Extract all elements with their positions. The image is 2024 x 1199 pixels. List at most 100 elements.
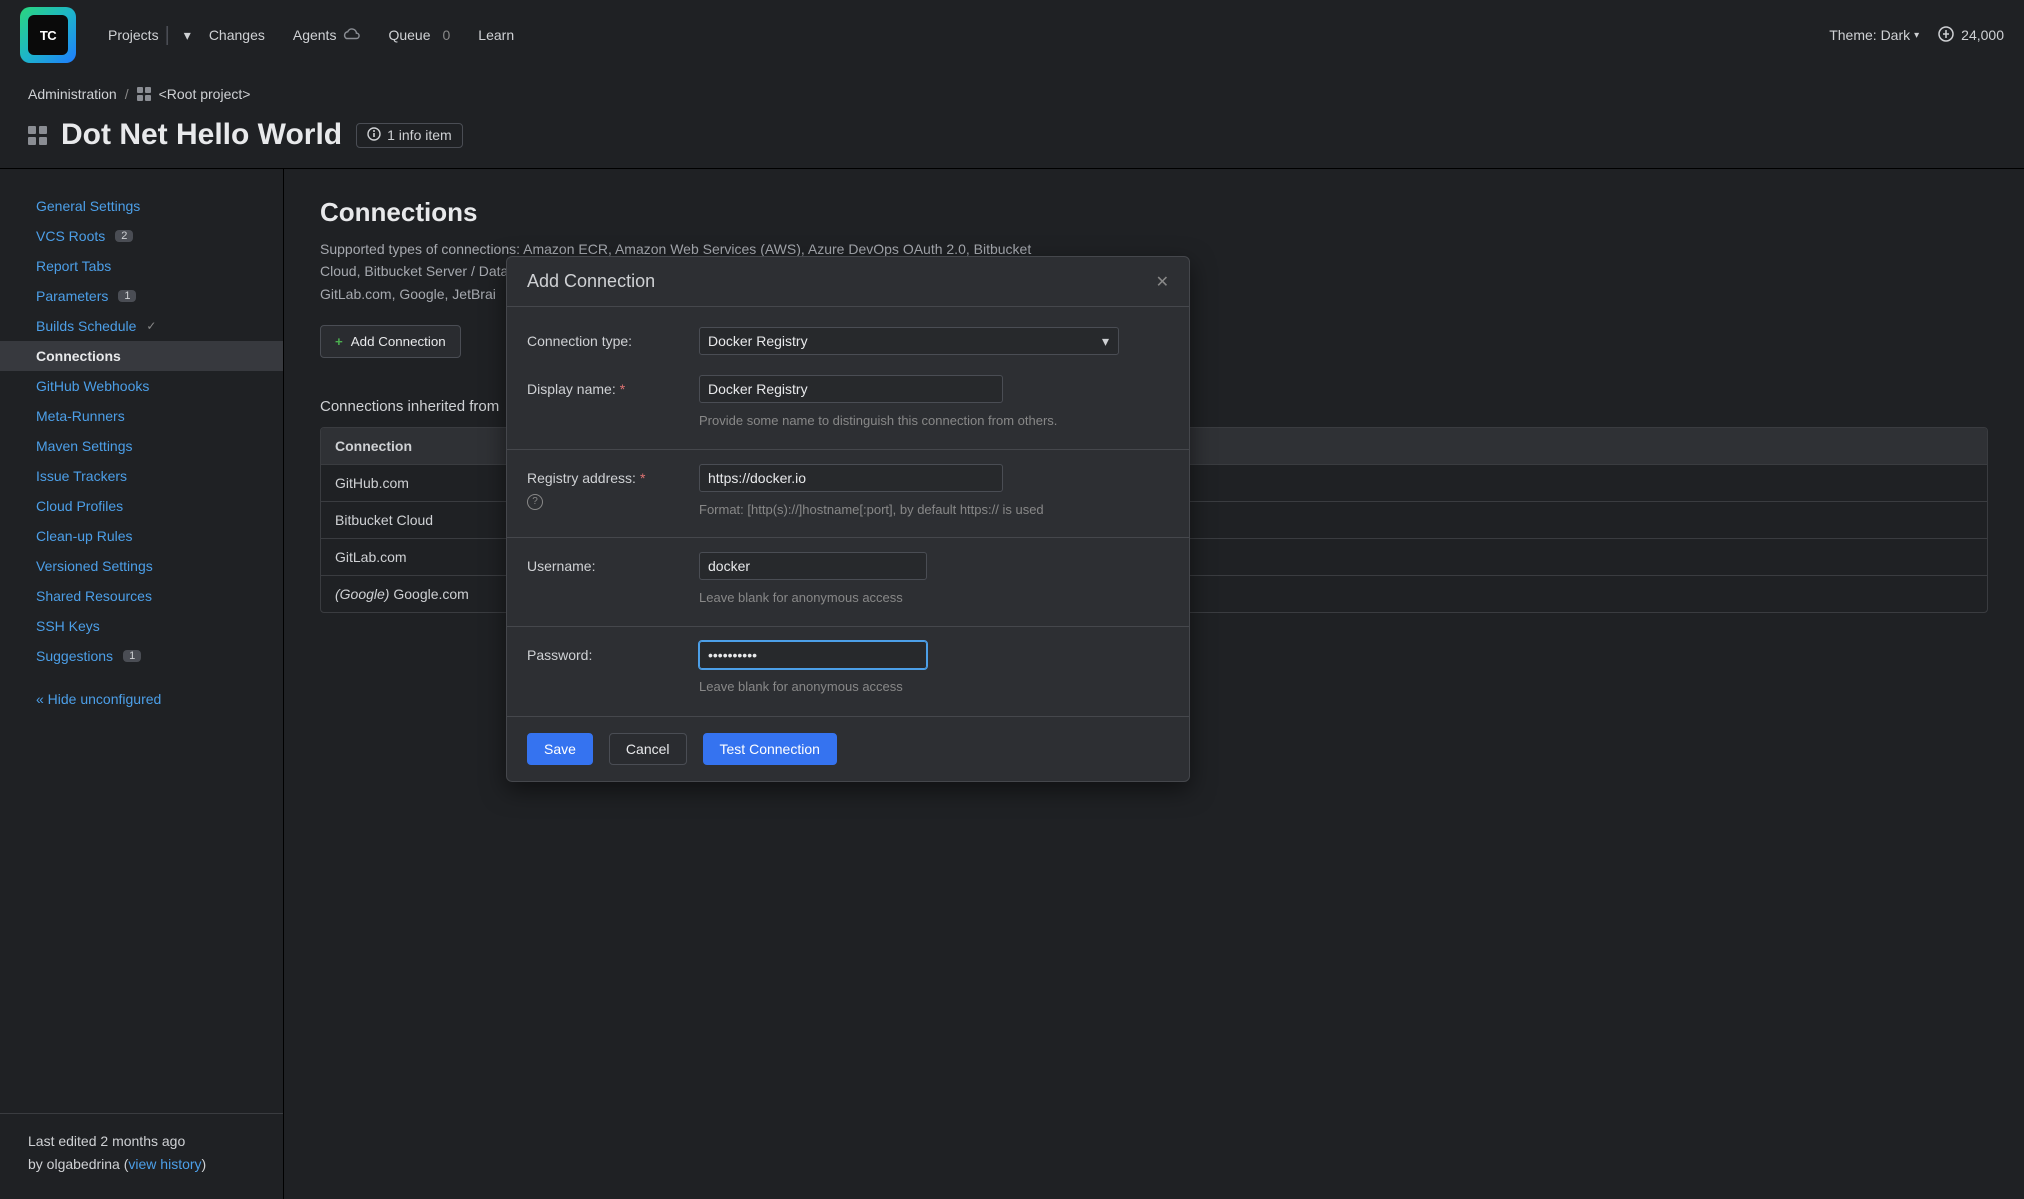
sidebar-item-issue-trackers[interactable]: Issue Trackers <box>0 461 283 491</box>
info-badge[interactable]: 1 info item <box>356 123 463 148</box>
sidebar-item-label: Builds Schedule <box>36 318 136 334</box>
sidebar-item-ssh-keys[interactable]: SSH Keys <box>0 611 283 641</box>
breadcrumb-root[interactable]: <Root project> <box>159 86 251 102</box>
close-icon[interactable]: ✕ <box>1156 272 1169 292</box>
sidebar-item-label: VCS Roots <box>36 228 105 244</box>
add-connection-dialog: Add Connection ✕ Connection type: Docker… <box>506 256 1190 782</box>
display-name-input[interactable] <box>699 375 1003 403</box>
test-label: Test Connection <box>720 741 820 757</box>
registry-address-input[interactable] <box>699 464 1003 492</box>
tc-logo[interactable]: TC <box>20 7 76 63</box>
sidebar-item-label: Versioned Settings <box>36 558 153 574</box>
sidebar-item-versioned-settings[interactable]: Versioned Settings <box>0 551 283 581</box>
connection-prefix: (Google) <box>335 586 393 602</box>
sidebar-item-parameters[interactable]: Parameters 1 <box>0 281 283 311</box>
sidebar-badge: 2 <box>115 230 133 242</box>
required-asterisk: * <box>620 381 625 397</box>
connection-name: Bitbucket Cloud <box>335 512 433 528</box>
last-edited-ago: 2 months ago <box>100 1133 185 1149</box>
last-edited-label: Last edited <box>28 1133 97 1149</box>
sidebar-item-builds-schedule[interactable]: Builds Schedule ✓ <box>0 311 283 341</box>
credits[interactable]: 24,000 <box>1937 25 2004 46</box>
field-hint: Leave blank for anonymous access <box>699 677 1059 697</box>
field-input-wrap: Leave blank for anonymous access <box>699 641 1169 697</box>
field-input-wrap: Format: [http(s)://]hostname[:port], by … <box>699 464 1169 520</box>
plus-icon: + <box>335 334 343 349</box>
sidebar-item-label: Issue Trackers <box>36 468 127 484</box>
field-label: Password: <box>527 641 699 663</box>
sidebar-item-github-webhooks[interactable]: GitHub Webhooks <box>0 371 283 401</box>
project-icon <box>137 87 151 101</box>
dialog-title: Add Connection <box>527 271 655 292</box>
connection-name: Google.com <box>393 586 468 602</box>
add-connection-button[interactable]: + Add Connection <box>320 325 461 358</box>
sidebar-item-label: Clean-up Rules <box>36 528 133 544</box>
tc-logo-text: TC <box>28 15 68 55</box>
field-label: Username: <box>527 552 699 574</box>
sidebar-item-label: Maven Settings <box>36 438 133 454</box>
sidebar-item-cloud-profiles[interactable]: Cloud Profiles <box>0 491 283 521</box>
nav-projects[interactable]: Projects <box>94 15 173 55</box>
cancel-label: Cancel <box>626 741 670 757</box>
breadcrumb-admin[interactable]: Administration <box>28 86 117 102</box>
save-label: Save <box>544 741 576 757</box>
info-icon <box>367 127 381 144</box>
nav-learn[interactable]: Learn <box>464 15 528 55</box>
sidebar-item-label: Connections <box>36 348 121 364</box>
field-display-name: Display name:* Provide some name to dist… <box>507 365 1189 450</box>
column-header: Connection <box>335 438 412 454</box>
page-title-row: Dot Net Hello World 1 info item <box>0 108 2024 169</box>
breadcrumb-sep: / <box>125 86 129 102</box>
dialog-header: Add Connection ✕ <box>507 257 1189 307</box>
connection-type-select[interactable]: Docker Registry <box>699 327 1119 355</box>
help-icon[interactable]: ? <box>527 494 543 510</box>
sidebar-item-maven-settings[interactable]: Maven Settings <box>0 431 283 461</box>
hide-unconfigured-link[interactable]: « Hide unconfigured <box>0 671 283 727</box>
project-icon <box>28 126 47 145</box>
sidebar-item-label: Report Tabs <box>36 258 111 274</box>
sidebar-item-suggestions[interactable]: Suggestions 1 <box>0 641 283 671</box>
sidebar-item-label: Parameters <box>36 288 108 304</box>
sidebar-item-label: General Settings <box>36 198 140 214</box>
sidebar-item-connections[interactable]: Connections <box>0 341 283 371</box>
coin-icon <box>1937 25 1955 46</box>
save-button[interactable]: Save <box>527 733 593 765</box>
sidebar-item-label: Meta-Runners <box>36 408 125 424</box>
view-history-link[interactable]: view history <box>128 1156 201 1172</box>
chevron-down-icon[interactable]: ▾ <box>180 15 195 55</box>
test-connection-button[interactable]: Test Connection <box>703 733 837 765</box>
username-input[interactable] <box>699 552 927 580</box>
field-input-wrap: Leave blank for anonymous access <box>699 552 1169 608</box>
field-label: Registry address:* ? <box>527 464 699 510</box>
sidebar-item-label: Cloud Profiles <box>36 498 123 514</box>
nav-queue[interactable]: Queue 0 <box>374 15 464 55</box>
field-registry-address: Registry address:* ? Format: [http(s)://… <box>507 454 1189 539</box>
nav-agents[interactable]: Agents <box>279 15 375 55</box>
theme-toggle[interactable]: Theme: Dark ▾ <box>1829 27 1919 43</box>
header: TC Projects | ▾ Changes Agents Queue 0 L… <box>0 0 2024 70</box>
close-paren: ) <box>202 1156 207 1172</box>
sidebar-footer: Last edited 2 months ago by olgabedrina … <box>0 1113 283 1199</box>
sidebar-item-label: Suggestions <box>36 648 113 664</box>
password-input[interactable] <box>699 641 927 669</box>
breadcrumb-row: Administration / <Root project> <box>0 70 2024 108</box>
check-icon: ✓ <box>146 319 156 333</box>
field-hint: Leave blank for anonymous access <box>699 588 1059 608</box>
sidebar-item-meta-runners[interactable]: Meta-Runners <box>0 401 283 431</box>
field-input-wrap: Docker Registry <box>699 327 1169 355</box>
nav-queue-label: Queue <box>388 27 430 43</box>
sidebar-item-label: SSH Keys <box>36 618 100 634</box>
section-title: Connections <box>320 197 1988 228</box>
sidebar-item-vcs-roots[interactable]: VCS Roots 2 <box>0 221 283 251</box>
cancel-button[interactable]: Cancel <box>609 733 687 765</box>
sidebar-item-report-tabs[interactable]: Report Tabs <box>0 251 283 281</box>
sidebar-item-shared-resources[interactable]: Shared Resources <box>0 581 283 611</box>
sidebar-item-clean-up-rules[interactable]: Clean-up Rules <box>0 521 283 551</box>
nav-changes[interactable]: Changes <box>195 15 279 55</box>
field-password: Password: Leave blank for anonymous acce… <box>507 631 1189 707</box>
dialog-body: Connection type: Docker Registry Display… <box>507 307 1189 706</box>
required-asterisk: * <box>640 470 645 486</box>
sidebar-item-general-settings[interactable]: General Settings <box>0 191 283 221</box>
connection-name: GitHub.com <box>335 475 409 491</box>
nav-learn-label: Learn <box>478 27 514 43</box>
